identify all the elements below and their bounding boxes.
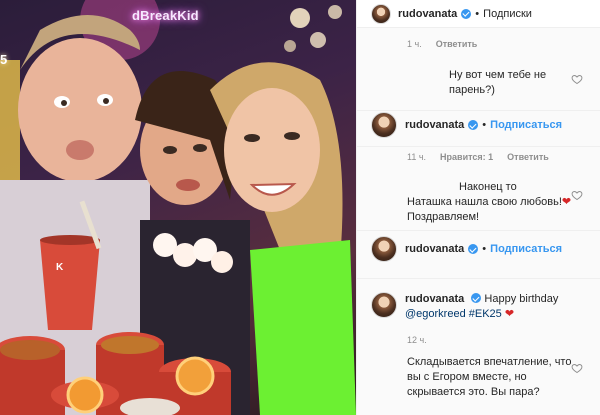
verified-badge-icon (468, 244, 479, 254)
comment-text: Ну вот чем тебе не парень?) (449, 69, 547, 96)
comment-line: Поздравляем! (407, 211, 480, 223)
username[interactable]: rudovanata (398, 8, 457, 20)
separator-dot: • (482, 119, 487, 131)
comment-line: Наконец то (459, 181, 517, 193)
verified-badge-icon (471, 293, 482, 303)
comments-panel: rudovanata • Подписки 1 ч. Ответить Ну в… (356, 0, 600, 415)
verified-badge-icon (468, 120, 479, 130)
follow-button[interactable]: Подписаться (490, 119, 562, 131)
comment-author-row: rudovanata • Подписаться (371, 236, 562, 262)
comment-list: 1 ч. Ответить Ну вот чем тебе не парень?… (357, 28, 600, 415)
comment-meta: 1 ч. Ответить (407, 39, 477, 49)
verified-badge-icon (461, 8, 472, 19)
reply-button[interactable]: Ответить (436, 39, 478, 49)
screenshot-collage: dBreakKid 5 K rudovanata • Подписки 1 ч.… (0, 0, 600, 415)
comment-time: 12 ч. (407, 335, 427, 345)
comment-time: 1 ч. (407, 39, 422, 49)
avatar[interactable] (371, 236, 397, 262)
divider (357, 230, 600, 231)
divider (357, 146, 600, 147)
username[interactable]: rudovanata (405, 119, 464, 131)
mention-link[interactable]: @egorkreed (405, 308, 466, 320)
avatar[interactable] (371, 112, 397, 138)
comment-line-text: Наташка нашла свою любовь! (407, 196, 562, 208)
caption-prefix: Happy birthday (484, 293, 559, 305)
post-photo: dBreakKid 5 K (0, 0, 356, 415)
heart-emoji: ❤ (561, 196, 572, 208)
avatar[interactable] (371, 292, 397, 318)
username[interactable]: rudovanata (405, 293, 464, 305)
divider (357, 110, 600, 111)
post-header: rudovanata • Подписки (357, 0, 600, 28)
comment-text: Наконец то Наташка нашла свою любовь!❤ П… (407, 180, 577, 225)
hashtag-link[interactable]: #EK25 (469, 308, 502, 320)
following-button[interactable]: Подписки (483, 8, 532, 20)
comment-meta: 11 ч. Нравится: 1 Ответить (407, 152, 549, 162)
comment-time: 11 ч. (407, 152, 427, 162)
comment-line: Наташка нашла свою любовь!❤ (407, 195, 577, 210)
like-heart-icon[interactable] (571, 72, 583, 85)
comment-meta: 12 ч. (407, 335, 427, 345)
reply-button[interactable]: Ответить (507, 152, 549, 162)
likes-count[interactable]: Нравится: 1 (440, 152, 493, 162)
divider (357, 278, 600, 279)
separator-dot: • (475, 7, 480, 20)
caption-text: rudovanata Happy birthday @egorkreed #EK… (405, 292, 575, 322)
heart-emoji: ❤ (504, 308, 515, 320)
follow-button[interactable]: Подписаться (490, 243, 562, 255)
cup-brand-text: K (56, 262, 64, 273)
like-heart-icon[interactable] (571, 361, 583, 374)
comment-text: Складывается впечатление, что вы с Егоро… (407, 356, 572, 398)
party-photo-illustration (0, 0, 356, 415)
like-heart-icon[interactable] (571, 188, 583, 201)
caption-row: rudovanata Happy birthday @egorkreed #EK… (371, 292, 575, 322)
username[interactable]: rudovanata (405, 243, 464, 255)
neon-sign-text: dBreakKid (132, 8, 199, 23)
separator-dot: • (482, 243, 487, 255)
avatar[interactable] (371, 3, 391, 24)
neon-number: 5 (0, 52, 8, 67)
comment-author-row: rudovanata • Подписаться (371, 112, 562, 138)
